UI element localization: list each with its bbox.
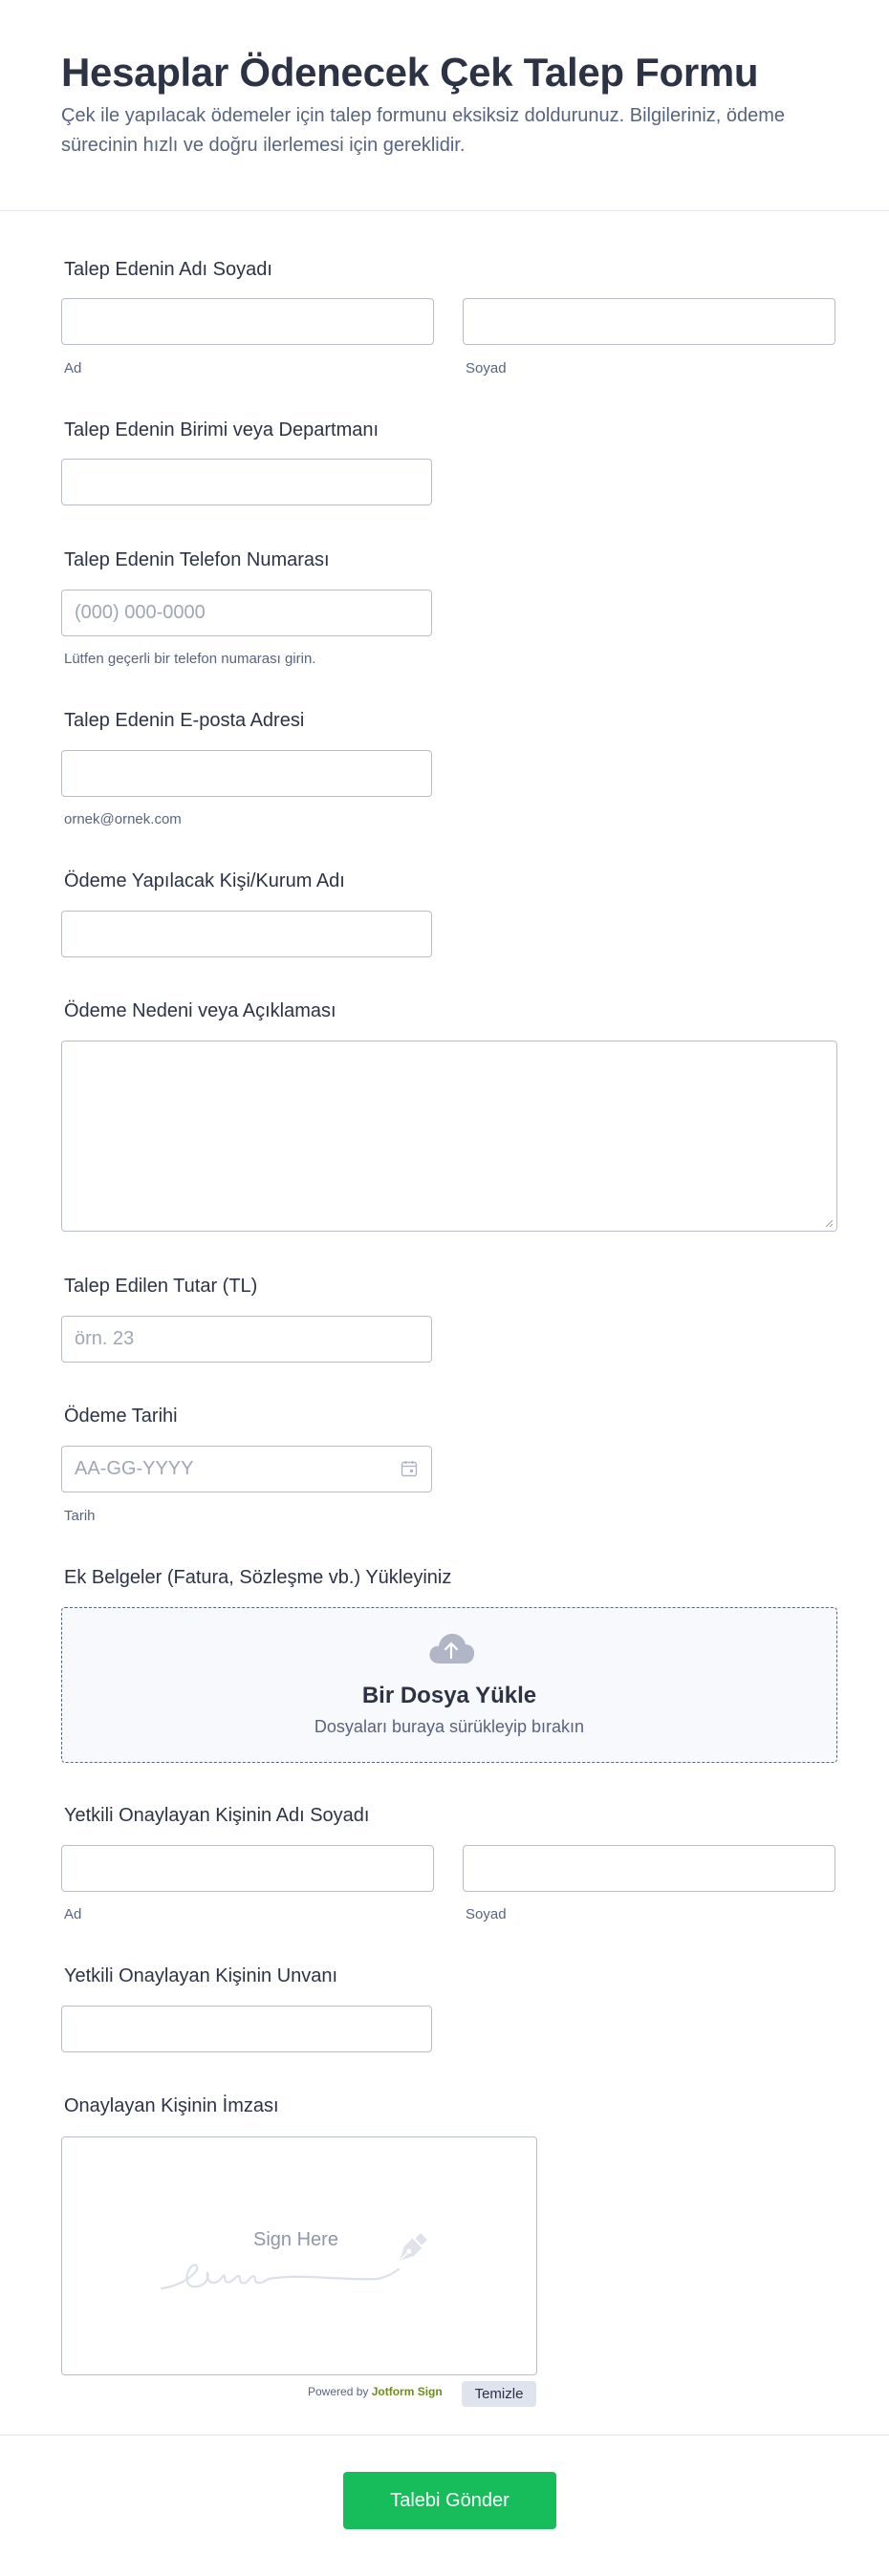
amount-input[interactable]: örn. 23 [61,1316,432,1363]
date-sublabel: Tarih [64,1508,96,1524]
payee-input[interactable] [61,911,432,957]
phone-placeholder: (000) 000-0000 [75,602,206,623]
email-input[interactable] [61,750,432,797]
payee-label: Ödeme Yapılacak Kişi/Kurum Adı [64,870,345,891]
calendar-icon[interactable] [400,1459,419,1478]
date-label: Ödeme Tarihi [64,1406,178,1427]
department-input[interactable] [61,459,432,505]
reason-textarea[interactable] [61,1041,837,1232]
last-name-sublabel: Soyad [466,360,507,376]
amount-label: Talep Edilen Tutar (TL) [64,1276,258,1297]
submit-button[interactable]: Talebi Gönder [343,2472,556,2529]
approver-first-sublabel: Ad [64,1906,82,1922]
phone-input[interactable]: (000) 000-0000 [61,590,432,636]
jotform-sign-brand[interactable]: Jotform Sign [372,2385,443,2398]
reason-label: Ödeme Nedeni veya Açıklaması [64,1000,336,1021]
first-name-sublabel: Ad [64,360,82,376]
footer-divider [0,2435,889,2436]
clear-signature-button[interactable]: Temizle [462,2381,536,2407]
resize-handle-icon[interactable] [824,1218,834,1228]
phone-label: Talep Edenin Telefon Numarası [64,549,330,570]
requester-first-name-input[interactable] [61,298,434,345]
requester-last-name-input[interactable] [463,298,835,345]
approver-first-name-input[interactable] [61,1845,434,1892]
amount-placeholder: örn. 23 [75,1328,135,1349]
email-label: Talep Edenin E-posta Adresi [64,710,305,731]
form-header: Hesaplar Ödenecek Çek Talep Formu Çek il… [0,0,889,211]
sign-here-placeholder: Sign Here [253,2229,338,2250]
powered-by-prefix: Powered by [308,2385,369,2398]
approver-name-label: Yetkili Onaylayan Kişinin Adı Soyadı [64,1805,370,1826]
department-label: Talep Edenin Birimi veya Departmanı [64,419,379,440]
approver-title-label: Yetkili Onaylayan Kişinin Unvanı [64,1965,338,1986]
approver-title-input[interactable] [61,2006,432,2052]
cloud-upload-icon [429,1633,475,1664]
upload-label: Ek Belgeler (Fatura, Sözleşme vb.) Yükle… [64,1567,452,1588]
form-subtitle: Çek ile yapılacak ödemeler için talep fo… [61,105,786,156]
email-sublabel: ornek@ornek.com [64,811,182,827]
approver-last-sublabel: Soyad [466,1906,507,1922]
form-title: Hesaplar Ödenecek Çek Talep Formu [61,50,759,95]
upload-subtitle: Dosyaları buraya sürükleyip bırakın [314,1717,585,1736]
phone-sublabel: Lütfen geçerli bir telefon numarası giri… [64,651,316,667]
date-placeholder: AA-GG-YYYY [75,1458,194,1479]
pen-icon [399,2233,427,2262]
file-upload-dropzone[interactable]: Bir Dosya Yükle Dosyaları buraya sürükle… [61,1607,837,1763]
approver-last-name-input[interactable] [463,1845,835,1892]
upload-title: Bir Dosya Yükle [361,1683,537,1708]
signature-label: Onaylayan Kişinin İmzası [64,2095,279,2116]
requester-name-label: Talep Edenin Adı Soyadı [64,259,272,280]
signature-pad[interactable]: Sign Here [61,2136,537,2375]
date-input[interactable]: AA-GG-YYYY [61,1446,432,1492]
powered-by-text: Powered by Jotform Sign [308,2385,443,2398]
